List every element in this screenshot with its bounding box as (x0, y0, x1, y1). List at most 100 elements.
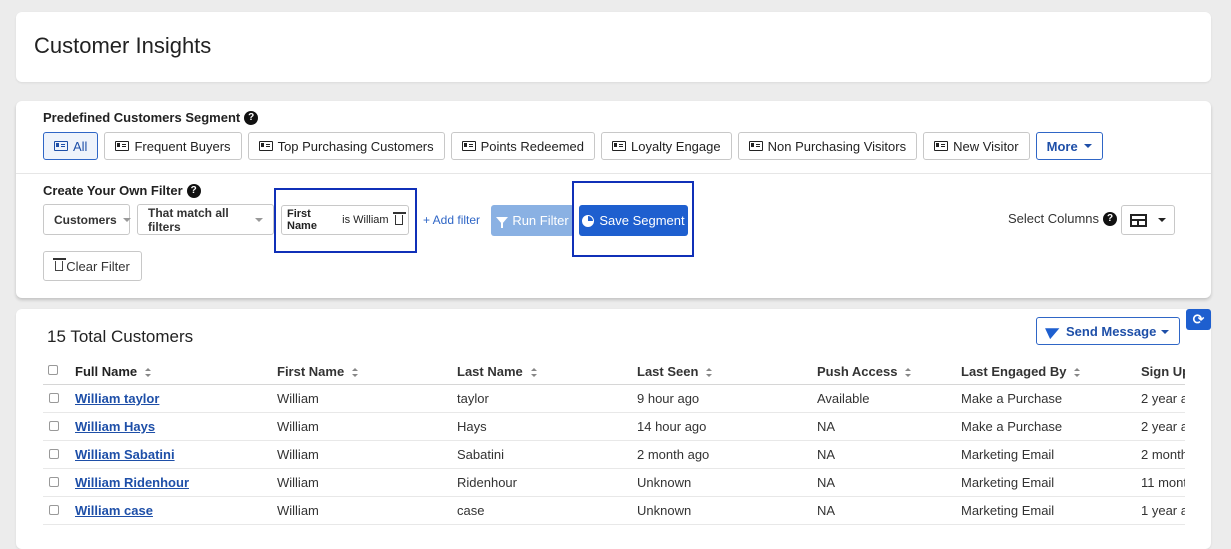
sign-up-cell: 1 year a (1141, 503, 1185, 518)
last-engaged-cell: Make a Purchase (961, 391, 1063, 406)
trash-icon (53, 258, 67, 271)
segment-points-redeemed-button[interactable]: Points Redeemed (450, 132, 595, 160)
send-message-button[interactable]: Send Message (1036, 317, 1180, 345)
entity-select[interactable]: Customers (43, 204, 131, 235)
sort-icon (1074, 368, 1081, 378)
column-header[interactable]: Last Name (457, 364, 537, 379)
last-name-cell: taylor (457, 391, 489, 406)
table-header: Full Name First Name Last Name Last Seen… (43, 359, 1185, 385)
add-filter-link[interactable]: + Add filter (423, 213, 480, 227)
column-header-label: Push Access (817, 364, 898, 379)
table-icon (1130, 213, 1147, 227)
chevron-down-icon (1083, 144, 1092, 148)
chevron-down-icon (122, 217, 131, 222)
column-header[interactable]: First Name (277, 364, 359, 379)
clear-filter-button[interactable]: Clear Filter (43, 251, 142, 281)
refresh-icon: ⟳ (1192, 311, 1205, 327)
last-seen-cell: Unknown (637, 475, 692, 490)
id-card-icon (54, 141, 68, 151)
last-engaged-cell: Marketing Email (961, 447, 1055, 462)
help-icon[interactable]: ? (1103, 211, 1118, 226)
id-card-icon (115, 141, 130, 151)
run-filter-button[interactable]: Run Filter (491, 205, 574, 236)
row-checkbox[interactable] (49, 477, 59, 487)
customer-name-link[interactable]: William case (75, 503, 153, 518)
segments-heading: Predefined Customers Segment ? (43, 110, 259, 125)
sign-up-cell: 2 month (1141, 447, 1185, 462)
last-engaged-cell: Marketing Email (961, 503, 1055, 518)
row-checkbox[interactable] (49, 421, 59, 431)
segment-top-purchasing-button[interactable]: Top Purchasing Customers (247, 132, 445, 160)
match-select-value: That match all filters (148, 205, 229, 234)
sort-icon (530, 368, 537, 378)
table-row: William Ridenhour William Ridenhour Unkn… (43, 469, 1185, 497)
chevron-down-icon (1158, 218, 1166, 222)
filter-heading: Create Your Own Filter ? (43, 183, 201, 198)
segment-label: New Visitor (953, 138, 1019, 154)
column-header-label: Full Name (75, 364, 138, 379)
id-card-icon (258, 141, 273, 151)
sort-icon (905, 368, 912, 378)
row-checkbox[interactable] (49, 505, 59, 515)
clear-filter-label: Clear Filter (66, 258, 130, 274)
column-header[interactable]: Last Engaged By (961, 364, 1081, 379)
segment-loyalty-engage-button[interactable]: Loyalty Engage (600, 132, 732, 160)
more-label: More (1046, 138, 1078, 154)
push-access-cell: NA (817, 503, 836, 518)
segment-new-visitor-button[interactable]: New Visitor (923, 132, 1030, 160)
customer-name-link[interactable]: William taylor (75, 391, 159, 406)
select-columns-button[interactable] (1121, 205, 1175, 235)
segment-label: Points Redeemed (480, 138, 584, 154)
column-header[interactable]: Last Seen (637, 364, 713, 379)
more-segments-button[interactable]: More (1035, 132, 1103, 160)
push-access-cell: Available (817, 391, 870, 406)
row-checkbox[interactable] (49, 449, 59, 459)
filter-heading-label: Create Your Own Filter (43, 183, 183, 198)
table-row: William Sabatini William Sabatini 2 mont… (43, 441, 1185, 469)
customer-name-link[interactable]: William Ridenhour (75, 475, 189, 490)
column-header[interactable]: Sign Up (1141, 364, 1185, 379)
last-engaged-cell: Make a Purchase (961, 419, 1063, 434)
filter-card: Predefined Customers Segment ? All Frequ… (16, 101, 1211, 298)
page-title: Customer Insights (34, 33, 212, 58)
paper-plane-icon (1045, 322, 1062, 340)
last-seen-cell: 14 hour ago (637, 419, 707, 434)
help-icon[interactable]: ? (244, 110, 259, 125)
id-card-icon (934, 141, 949, 151)
sort-icon (706, 368, 713, 378)
chevron-down-icon (1161, 330, 1169, 334)
help-icon[interactable]: ? (186, 183, 201, 198)
first-name-cell: William (277, 419, 319, 434)
last-engaged-cell: Marketing Email (961, 475, 1055, 490)
select-all-checkbox[interactable] (48, 365, 58, 375)
id-card-icon (748, 141, 763, 151)
segment-label: All (73, 138, 88, 154)
last-name-cell: Sabatini (457, 447, 504, 462)
push-access-cell: NA (817, 447, 836, 462)
row-checkbox[interactable] (49, 393, 59, 403)
send-message-label: Send Message (1066, 323, 1157, 339)
column-header-label: Last Seen (637, 364, 699, 379)
match-select[interactable]: That match all filters (137, 204, 274, 235)
column-header[interactable]: Push Access (817, 364, 912, 379)
table-row: William Hays William Hays 14 hour ago NA… (43, 413, 1185, 441)
table-row: William taylor William taylor 9 hour ago… (43, 385, 1185, 413)
last-name-cell: Hays (457, 419, 487, 434)
push-access-cell: NA (817, 419, 836, 434)
segment-label: Frequent Buyers (134, 138, 231, 154)
customer-name-link[interactable]: William Sabatini (75, 447, 175, 462)
segment-label: Top Purchasing Customers (277, 138, 434, 154)
segment-frequent-buyers-button[interactable]: Frequent Buyers (104, 132, 242, 160)
id-card-icon (611, 141, 626, 151)
customers-table: Full Name First Name Last Name Last Seen… (43, 359, 1185, 525)
refresh-button[interactable]: ⟳ (1186, 309, 1211, 330)
first-name-cell: William (277, 475, 319, 490)
filter-icon (496, 217, 509, 228)
first-name-cell: William (277, 503, 319, 518)
column-header-label: Last Engaged By (961, 364, 1067, 379)
segment-non-purchasing-button[interactable]: Non Purchasing Visitors (737, 132, 918, 160)
column-header[interactable]: Full Name (75, 364, 152, 379)
customer-name-link[interactable]: William Hays (75, 419, 155, 434)
sort-icon (145, 368, 152, 378)
segment-all-button[interactable]: All (43, 132, 99, 160)
